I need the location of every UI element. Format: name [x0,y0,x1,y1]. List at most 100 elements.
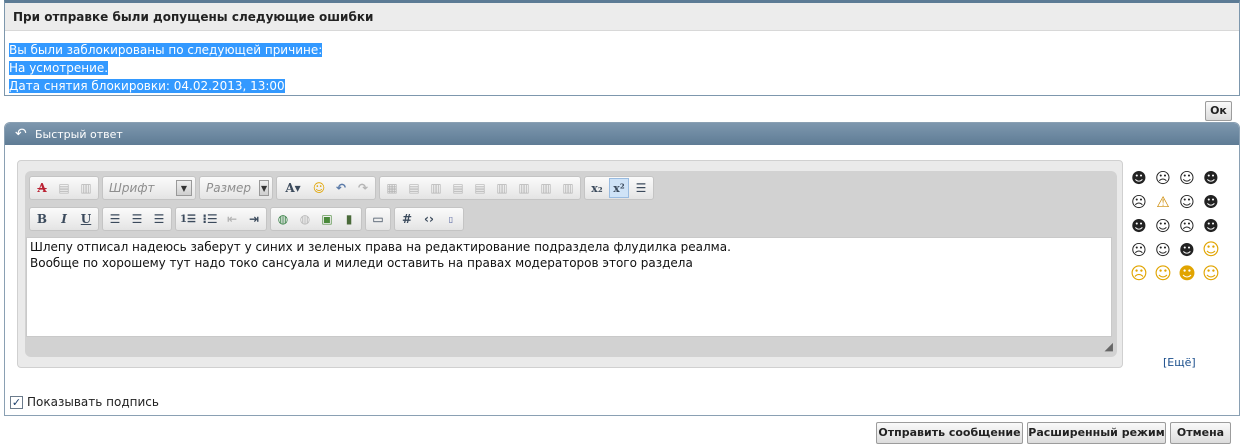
editor-frame: A ▤ ▥ Шрифт ▼ Размер ▼ A▾ ☺ ↶ ↷ ▦ ▤ ▥ ▤ … [17,160,1123,368]
align-left-icon[interactable]: ☰ [105,209,125,229]
smiley-icon[interactable]: ☺ [1152,216,1174,236]
image-icon[interactable]: ▣ [317,209,337,229]
hash-icon[interactable]: # [397,209,417,229]
smiley-icon[interactable]: ☻ [1128,168,1150,188]
editor: A ▤ ▥ Шрифт ▼ Размер ▼ A▾ ☺ ↶ ↷ ▦ ▤ ▥ ▤ … [25,171,1117,357]
size-select[interactable]: Размер ▼ [199,176,273,200]
smiley-icon[interactable]: ☺ [309,178,329,198]
horizontal-rule-icon[interactable]: ☰ [631,178,651,198]
bold-icon[interactable]: B [32,209,52,229]
table-row-icon[interactable]: ▤ [404,178,424,198]
php-icon[interactable]: ▯ [441,209,461,229]
subscript-icon[interactable]: x₂ [587,178,607,198]
smiley-icon[interactable]: ☹ [1176,216,1198,236]
toolbar-row-2: B I U ☰ ☰ ☰ 1☰ ⁝☰ ⇤ ⇥ ◍ ◍ ▣ ▮ ▭ # ‹› ▯ [29,207,464,231]
smiley-icon[interactable]: ☹ [1152,168,1174,188]
smiley-icon[interactable]: ☺ [1176,192,1198,212]
reply-arrow-icon: ↶ [15,126,27,142]
toolbar-group: 1☰ ⁝☰ ⇤ ⇥ [175,207,267,231]
smiley-icon[interactable]: ☻ [1176,264,1198,284]
toolbar-group: ▭ [365,207,391,231]
smiley-icon[interactable]: ☻ [1200,216,1222,236]
advanced-mode-button[interactable]: Расширенный режим [1027,422,1166,444]
toolbar-group: ☰ ☰ ☰ [102,207,172,231]
ordered-list-icon[interactable]: 1☰ [178,209,198,229]
undo-icon[interactable]: ↶ [331,178,351,198]
error-title: При отправке были допущены следующие оши… [5,3,1239,31]
font-select-label: Шрифт [109,181,155,195]
error-line: На усмотрение. [9,61,109,75]
align-center-icon[interactable]: ☰ [127,209,147,229]
link-icon[interactable]: ◍ [273,209,293,229]
quote-icon[interactable]: ▭ [368,209,388,229]
smiley-icon[interactable]: ☺ [1176,168,1198,188]
paste-icon[interactable]: ▤ [54,178,74,198]
chevron-down-icon: ▼ [259,180,269,196]
remove-format-icon[interactable]: A [32,178,52,198]
smiley-icon[interactable]: ☺ [1200,264,1222,284]
smilies-panel: ☻ ☹ ☺ ☻ ☹ ⚠ ☺ ☻ ☻ ☺ ☹ ☻ ☹ ☺ ☻ ☺ ☹ ☺ ☻ ☺ [1128,168,1228,284]
smiley-icon[interactable]: ☺ [1200,240,1222,260]
show-signature-checkbox[interactable]: ✓ [10,395,23,409]
show-signature[interactable]: ✓ Показывать подпись [10,395,159,409]
chevron-down-icon: ▼ [176,180,192,196]
smiley-icon[interactable]: ⚠ [1152,192,1174,212]
unlink-icon[interactable]: ◍ [295,209,315,229]
toolbar-group: A▾ ☺ ↶ ↷ [276,176,376,200]
send-message-button[interactable]: Отправить сообщение [876,422,1023,444]
smiley-icon[interactable]: ☹ [1128,192,1150,212]
table-delete-icon[interactable]: ▥ [426,178,446,198]
toolbar-group: ▦ ▤ ▥ ▤ ▤ ▥ ▥ ▥ ▥ [379,176,581,200]
quick-reply-panel: ↶ Быстрый ответ A ▤ ▥ Шрифт ▼ Размер ▼ A… [4,122,1240,416]
message-line: Вообще по хорошему тут надо токо сансуал… [30,256,693,270]
video-icon[interactable]: ▮ [339,209,359,229]
error-line: Вы были заблокированы по следующей причи… [9,43,323,57]
align-right-icon[interactable]: ☰ [149,209,169,229]
italic-icon[interactable]: I [54,209,74,229]
toolbar-group: # ‹› ▯ [394,207,464,231]
font-select[interactable]: Шрифт ▼ [102,176,196,200]
show-signature-label: Показывать подпись [27,395,159,409]
indent-icon[interactable]: ⇥ [244,209,264,229]
more-smilies-link[interactable]: [Ещё] [1163,356,1196,369]
table-icon[interactable]: ▦ [382,178,402,198]
smiley-icon[interactable]: ☻ [1200,168,1222,188]
col-delete-icon[interactable]: ▥ [558,178,578,198]
toolbar-group: B I U [29,207,99,231]
ok-button[interactable]: Ок [1205,101,1232,121]
redo-icon[interactable]: ↷ [353,178,373,198]
row-before-icon[interactable]: ▤ [448,178,468,198]
error-box: При отправке были допущены следующие оши… [4,0,1240,96]
size-select-label: Размер [206,181,252,195]
message-line: Шлепу отписал надеюсь заберут у синих и … [30,240,731,254]
toolbar-row-1: A ▤ ▥ Шрифт ▼ Размер ▼ A▾ ☺ ↶ ↷ ▦ ▤ ▥ ▤ … [29,176,654,200]
outdent-icon[interactable]: ⇤ [222,209,242,229]
row-delete-icon[interactable]: ▥ [492,178,512,198]
resize-handle-icon[interactable]: ◢ [1105,340,1113,353]
smiley-icon[interactable]: ☺ [1152,240,1174,260]
paste-text-icon[interactable]: ▥ [76,178,96,198]
smiley-icon[interactable]: ☻ [1176,240,1198,260]
col-before-icon[interactable]: ▥ [514,178,534,198]
cancel-button[interactable]: Отмена [1170,422,1231,444]
error-body: Вы были заблокированы по следующей причи… [5,31,1239,95]
message-textarea[interactable]: Шлепу отписал надеюсь заберут у синих и … [26,237,1112,337]
quick-reply-title: Быстрый ответ [35,128,123,141]
code-icon[interactable]: ‹› [419,209,439,229]
unordered-list-icon[interactable]: ⁝☰ [200,209,220,229]
toolbar-group: A ▤ ▥ [29,176,99,200]
quick-reply-header[interactable]: ↶ Быстрый ответ [5,123,1239,145]
text-color-icon[interactable]: A▾ [279,178,307,198]
smiley-icon[interactable]: ☻ [1128,216,1150,236]
underline-icon[interactable]: U [76,209,96,229]
toolbar-group: x₂ x² ☰ [584,176,654,200]
error-line: Дата снятия блокировки: 04.02.2013, 13:0… [9,79,285,93]
smiley-icon[interactable]: ☹ [1128,264,1150,284]
smiley-icon[interactable]: ☻ [1200,192,1222,212]
row-after-icon[interactable]: ▤ [470,178,490,198]
smiley-icon[interactable]: ☺ [1152,264,1174,284]
toolbar-group: ◍ ◍ ▣ ▮ [270,207,362,231]
col-after-icon[interactable]: ▥ [536,178,556,198]
smiley-icon[interactable]: ☹ [1128,240,1150,260]
superscript-icon[interactable]: x² [609,178,629,198]
